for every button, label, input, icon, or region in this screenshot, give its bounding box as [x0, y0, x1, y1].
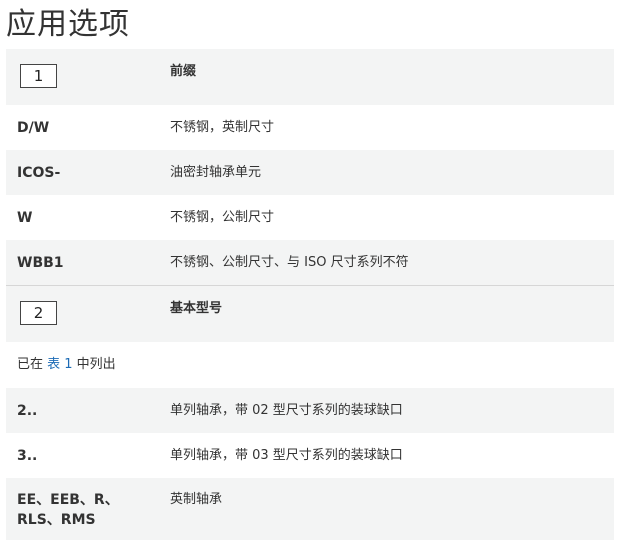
table-row: W 不锈钢，公制尺寸	[6, 195, 614, 240]
table-row: D/W 不锈钢，英制尺寸	[6, 105, 614, 150]
option-description: 不锈钢，英制尺寸	[170, 120, 275, 135]
table-1-link[interactable]: 表 1	[47, 357, 72, 372]
option-code: ICOS-	[17, 165, 61, 181]
option-description: 油密封轴承单元	[170, 165, 262, 180]
note-suffix: 中列出	[72, 357, 116, 372]
section-heading: 基本型号	[170, 301, 223, 316]
table-row: ICOS- 油密封轴承单元	[6, 150, 614, 195]
section-heading: 前缀	[170, 64, 197, 79]
option-code: 2..	[17, 403, 38, 419]
note-prefix: 已在	[17, 357, 48, 372]
option-code: W	[17, 210, 33, 226]
section-note: 已在 表 1 中列出	[17, 355, 116, 375]
option-code: 3..	[17, 448, 38, 464]
section-header-1: 1 前缀	[6, 49, 614, 105]
section-header-2: 2 基本型号	[6, 285, 614, 342]
section-number-box: 1	[20, 64, 57, 88]
section-note-row: 已在 表 1 中列出	[6, 342, 614, 388]
table-row: 2.. 单列轴承，带 02 型尺寸系列的装球缺口	[6, 388, 614, 433]
option-description: 英制轴承	[170, 492, 223, 507]
table-row: EE、EEB、R、 RLS、RMS 英制轴承	[6, 478, 614, 540]
option-code-line: EE、EEB、R、	[17, 492, 119, 508]
table-row: 3.. 单列轴承，带 03 型尺寸系列的装球缺口	[6, 433, 614, 478]
option-code: WBB1	[17, 255, 64, 271]
options-table: 1 前缀 D/W 不锈钢，英制尺寸 ICOS- 油密封轴承单元 W 不锈钢，公制…	[6, 49, 614, 540]
option-code-line: RLS、RMS	[17, 512, 96, 528]
option-description: 单列轴承，带 02 型尺寸系列的装球缺口	[170, 403, 403, 418]
option-description: 不锈钢，公制尺寸	[170, 210, 275, 225]
option-description: 单列轴承，带 03 型尺寸系列的装球缺口	[170, 448, 403, 463]
option-code: D/W	[17, 120, 50, 136]
table-row: WBB1 不锈钢、公制尺寸、与 ISO 尺寸系列不符	[6, 240, 614, 285]
option-description: 不锈钢、公制尺寸、与 ISO 尺寸系列不符	[170, 255, 409, 270]
option-code: EE、EEB、R、 RLS、RMS	[17, 490, 119, 530]
page-title: 应用选项	[6, 7, 130, 42]
section-number-box: 2	[20, 301, 57, 325]
